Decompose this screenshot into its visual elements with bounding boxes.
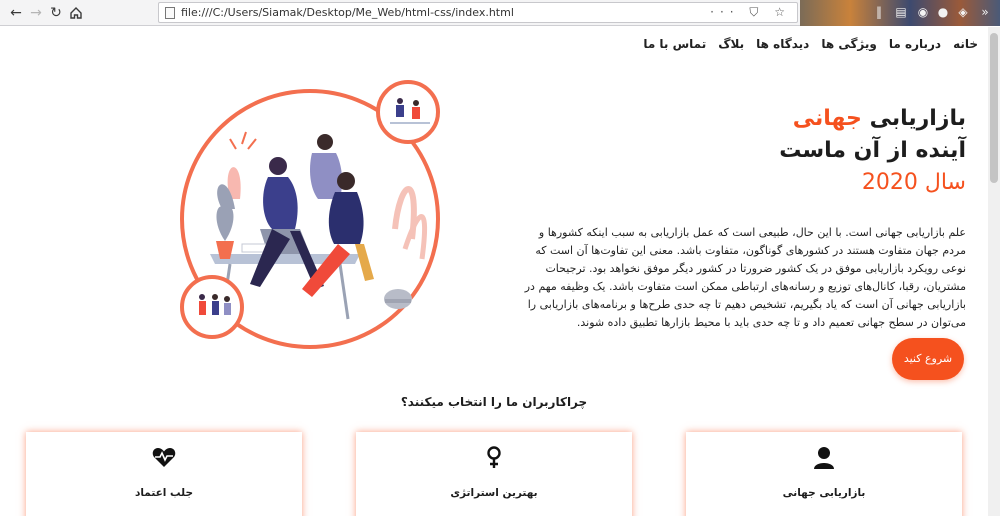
hero-heading: بازاریابی جهانی آینده از آن ماست سال 202… <box>516 103 966 199</box>
hero-title-accent: جهانی <box>792 106 862 131</box>
addon-icon[interactable]: ◈ <box>956 5 970 19</box>
main-nav: خانه درباره ما ویژگی ها دیدگاه ها بلاگ ت… <box>643 37 978 51</box>
hero-title-year: سال 2020 <box>861 170 966 195</box>
back-icon[interactable]: ← <box>6 3 26 23</box>
toolbar-theme-area: ‖ ▤ ◉ ● ◈ » <box>800 0 1000 26</box>
feature-card-label: بهترین استراتژی <box>450 487 538 499</box>
file-icon <box>165 7 175 19</box>
nav-about[interactable]: درباره ما <box>889 37 941 51</box>
reload-icon[interactable]: ↻ <box>46 3 66 23</box>
hero-description: علم بازاریابی جهانی است. با این حال، طبی… <box>524 226 966 329</box>
feature-card-global-marketing[interactable]: بازاریابی جهانی <box>686 432 962 516</box>
nav-home[interactable]: خانه <box>953 37 978 51</box>
hero-title-line2: آینده از آن ماست <box>779 138 966 163</box>
menu-icon[interactable]: » <box>978 5 992 19</box>
feature-card-trust[interactable]: جلب اعتماد <box>26 432 302 516</box>
feature-card-label: جلب اعتماد <box>134 487 194 499</box>
account-icon[interactable]: ● <box>936 5 950 19</box>
page-scrollbar[interactable] <box>988 27 1000 516</box>
forward-icon[interactable]: → <box>26 3 46 23</box>
user-icon <box>686 446 962 470</box>
browser-toolbar: ← → ↻ file:///C:/Users/Siamak/Desktop/Me… <box>0 0 1000 26</box>
web-page: خانه درباره ما ویژگی ها دیدگاه ها بلاگ ت… <box>0 27 988 516</box>
page-actions[interactable]: ··· ⛉ ☆ <box>710 5 791 20</box>
nav-features[interactable]: ویژگی ها <box>821 37 877 51</box>
features-title: چراکاربران ما را انتخاب میکنند؟ <box>400 395 588 409</box>
sidebar-icon[interactable]: ▤ <box>894 5 908 19</box>
nav-contact[interactable]: تماس با ما <box>643 37 706 51</box>
nav-testimonials[interactable]: دیدگاه ها <box>756 37 809 51</box>
home-icon[interactable] <box>66 3 86 23</box>
feature-card-label: بازاریابی جهانی <box>782 487 866 499</box>
female-symbol-icon <box>356 446 632 470</box>
heartbeat-icon <box>26 446 302 470</box>
library-icon[interactable]: ‖ <box>872 5 886 19</box>
url-text: file:///C:/Users/Siamak/Desktop/Me_Web/h… <box>181 6 514 19</box>
extension-icon[interactable]: ◉ <box>916 5 930 19</box>
start-button[interactable]: شروع کنید <box>892 338 964 380</box>
feature-card-best-strategy[interactable]: بهترین استراتژی <box>356 432 632 516</box>
hero-illustration <box>180 80 440 349</box>
url-bar[interactable]: file:///C:/Users/Siamak/Desktop/Me_Web/h… <box>158 2 798 23</box>
scroll-thumb[interactable] <box>990 33 998 183</box>
hero-title-line1: بازاریابی جهانی <box>516 103 966 135</box>
nav-blog[interactable]: بلاگ <box>718 37 744 51</box>
hero-title-word: بازاریابی <box>869 106 966 131</box>
